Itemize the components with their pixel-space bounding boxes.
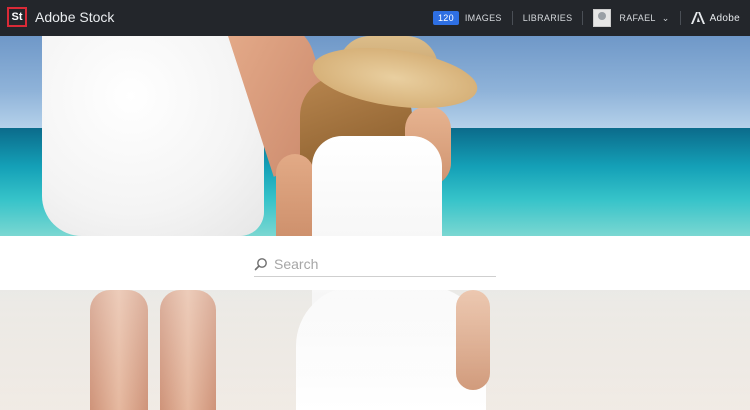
search-bar[interactable] (254, 252, 496, 277)
brand-name[interactable]: Adobe Stock (35, 9, 114, 25)
logo-text: St (11, 11, 23, 23)
search-icon[interactable] (254, 257, 268, 271)
nav-divider (582, 11, 584, 25)
top-bar: St Adobe Stock 120 IMAGES LIBRARIES RAFA… (0, 0, 750, 36)
images-count-badge[interactable]: 120 (432, 11, 459, 25)
nav-images-link[interactable]: IMAGES (465, 13, 502, 23)
search-input[interactable] (274, 256, 484, 272)
mother-dress (42, 36, 264, 236)
nav-divider (679, 11, 681, 25)
adobe-stock-logo[interactable]: St (7, 7, 27, 27)
chevron-down-icon[interactable]: ⌄ (662, 13, 670, 24)
user-name[interactable]: RAFAEL (619, 13, 655, 23)
adobe-logo-icon[interactable] (690, 12, 705, 24)
top-nav: 120 IMAGES LIBRARIES RAFAEL ⌄ Adobe (432, 8, 740, 28)
nav-libraries-link[interactable]: LIBRARIES (523, 13, 573, 23)
nav-divider (511, 11, 513, 25)
adobe-link[interactable]: Adobe (710, 13, 740, 24)
user-avatar[interactable] (593, 9, 612, 27)
bottom-fade-overlay (0, 290, 750, 410)
hero-background (0, 36, 750, 410)
